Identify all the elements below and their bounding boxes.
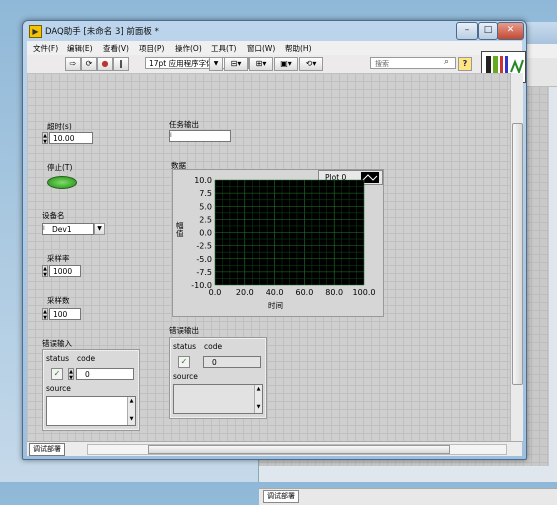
- timeout-increment[interactable]: ▲ ▼: [42, 132, 48, 145]
- task-output-indicator: [169, 130, 231, 142]
- error-in-source-label: source: [46, 384, 71, 393]
- error-out-source-indicator: ▲ ▼: [173, 384, 263, 414]
- minimize-button[interactable]: –: [456, 22, 478, 40]
- x-tick-label: 80.0: [325, 288, 343, 297]
- pause-icon[interactable]: ‖: [113, 57, 129, 71]
- error-out-source-scrollbar[interactable]: ▲ ▼: [254, 385, 262, 413]
- maximize-button[interactable]: □: [478, 22, 498, 40]
- error-out-label: 错误输出: [169, 326, 199, 335]
- title-bar[interactable]: ▶ DAQ助手 [未命名 3] 前面板 * – □ ✕: [23, 21, 526, 41]
- device-dropdown-icon[interactable]: ▼: [94, 223, 105, 235]
- error-out-code-label: code: [204, 342, 223, 351]
- menu-window[interactable]: 窗口(W): [247, 43, 275, 54]
- stop-button[interactable]: [47, 176, 77, 189]
- close-button[interactable]: ✕: [497, 22, 524, 40]
- sample-rate-input[interactable]: 1000: [49, 265, 81, 277]
- y-axis-label: 幅值: [176, 221, 184, 238]
- run-continuously-icon[interactable]: ⟳: [81, 57, 97, 71]
- y-tick-label: -2.5: [196, 242, 212, 251]
- context-help-icon[interactable]: ?: [458, 57, 472, 71]
- distribute-objects-icon[interactable]: ⊞▾: [249, 57, 273, 71]
- y-tick-label: -10.0: [191, 281, 212, 290]
- window-title: DAQ助手 [未命名 3] 前面板 *: [45, 27, 159, 37]
- reorder-icon[interactable]: ⟲▾: [299, 57, 323, 71]
- error-in-code-label: code: [77, 354, 96, 363]
- sample-rate-increment[interactable]: ▲ ▼: [42, 265, 48, 278]
- error-out-status-label: status: [173, 342, 197, 351]
- x-tick-label: 20.0: [236, 288, 254, 297]
- run-arrow-icon[interactable]: ⇨: [65, 57, 81, 71]
- device-label: 设备名: [42, 211, 65, 220]
- samples-increment[interactable]: ▲ ▼: [42, 308, 48, 321]
- menu-operate[interactable]: 操作(O): [175, 43, 202, 54]
- front-panel: 超时(s) ▲ ▼ 10.00 停止(T) 设备名 Dev1 I ▼ 采样率 ▲ ▼…: [27, 73, 510, 441]
- front-panel-window: ▶ DAQ助手 [未命名 3] 前面板 * – □ ✕ 文件(F) 编辑(E) …: [22, 20, 527, 460]
- status-bar: 调试部署: [27, 441, 522, 456]
- error-in-source-scrollbar[interactable]: ▲ ▼: [127, 397, 135, 425]
- error-out-source-label: source: [173, 372, 198, 381]
- menu-edit[interactable]: 编辑(E): [67, 43, 93, 54]
- horizontal-scrollbar[interactable]: [87, 444, 507, 455]
- device-select[interactable]: Dev1: [42, 223, 94, 235]
- context-tab[interactable]: 调试部署: [29, 443, 65, 456]
- vertical-scrollbar[interactable]: [510, 73, 523, 441]
- error-in-status-checkbox[interactable]: ✓: [51, 368, 63, 380]
- error-in-code-increment[interactable]: ▲ ▼: [68, 368, 74, 381]
- labview-app-icon: ▶: [29, 25, 42, 38]
- y-tick-label: -5.0: [196, 255, 212, 264]
- y-tick-label: 10.0: [194, 176, 212, 185]
- error-in-label: 错误输入: [42, 339, 72, 348]
- samples-label: 采样数: [47, 296, 70, 305]
- error-in-source-input[interactable]: ▲ ▼: [46, 396, 136, 426]
- x-tick-label: 100.0: [353, 288, 376, 297]
- background-context-tab[interactable]: 调试部署: [263, 490, 299, 503]
- align-objects-icon[interactable]: ⊟▾: [224, 57, 248, 71]
- graph-svg: 0.0 20.0 40.0 60.0 80.0 100.010.07.55.02.50.0…: [191, 176, 376, 297]
- menu-project[interactable]: 项目(P): [139, 43, 164, 54]
- font-dropdown-icon[interactable]: ▼: [209, 57, 223, 71]
- y-tick-label: 2.5: [199, 215, 212, 224]
- toolbar: ⇨ ⟳ ● ‖ 17pt 应用程序字体 ▼ ⊟▾ ⊞▾ ▣▾ ⟲▾ 搜索 ⌕ ?: [27, 51, 526, 83]
- y-tick-label: 0.0: [199, 229, 212, 238]
- abort-icon[interactable]: ●: [97, 57, 113, 71]
- error-in-cluster: status code ✓ ▲ ▼ 0 source ▲ ▼: [42, 349, 140, 431]
- menu-view[interactable]: 查看(V): [103, 43, 129, 54]
- error-in-code-input[interactable]: 0: [76, 368, 134, 380]
- x-tick-label: 40.0: [266, 288, 284, 297]
- menu-bar: 文件(F) 编辑(E) 查看(V) 项目(P) 操作(O) 工具(T) 窗口(W…: [27, 41, 522, 55]
- search-icon[interactable]: ⌕: [444, 57, 449, 67]
- stop-label: 停止(T): [47, 163, 73, 172]
- resize-objects-icon[interactable]: ▣▾: [274, 57, 298, 71]
- y-tick-label: 7.5: [199, 189, 212, 198]
- error-out-status-indicator: ✓: [178, 356, 190, 368]
- task-output-label: 任务输出: [169, 120, 199, 129]
- x-axis-label: 时间: [268, 301, 283, 310]
- x-tick-label: 60.0: [295, 288, 313, 297]
- task-io-icon: I: [170, 132, 172, 139]
- error-in-status-label: status: [46, 354, 70, 363]
- error-out-code-indicator: 0: [203, 356, 261, 368]
- samples-input[interactable]: 100: [49, 308, 81, 320]
- io-icon: I: [43, 225, 45, 232]
- y-tick-label: -7.5: [196, 268, 212, 277]
- menu-tools[interactable]: 工具(T): [211, 43, 236, 54]
- timeout-input[interactable]: 10.00: [49, 132, 93, 144]
- sample-rate-label: 采样率: [47, 254, 70, 263]
- waveform-graph[interactable]: Plot 0 0.0 20.0 40.0 60.0 80.0 100.0 10.0 7.5 5.…: [172, 169, 384, 317]
- timeout-label: 超时(s): [47, 122, 72, 131]
- y-tick-label: 5.0: [199, 202, 212, 211]
- error-out-cluster: status code ✓ 0 source ▲ ▼: [169, 337, 267, 419]
- menu-help[interactable]: 帮助(H): [285, 43, 312, 54]
- menu-file[interactable]: 文件(F): [33, 43, 58, 54]
